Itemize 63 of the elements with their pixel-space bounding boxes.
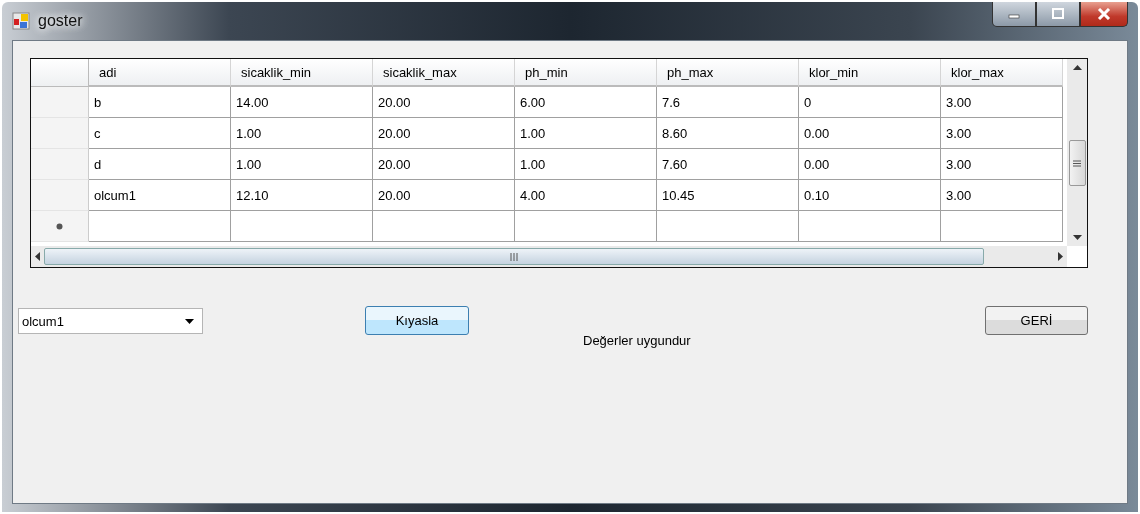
scroll-thumb[interactable] <box>1068 140 1086 186</box>
table-cell[interactable]: b <box>89 87 231 118</box>
right-arrow-icon[interactable] <box>1058 252 1063 261</box>
app-icon <box>12 12 30 30</box>
table-cell[interactable] <box>657 211 799 242</box>
table-cell[interactable]: 1.00 <box>515 149 657 180</box>
down-arrow-icon[interactable] <box>1072 235 1082 240</box>
table-cell[interactable] <box>515 211 657 242</box>
left-arrow-icon[interactable] <box>35 252 40 261</box>
table-cell[interactable]: 7.6 <box>657 87 799 118</box>
table-cell[interactable]: 12.10 <box>231 180 373 211</box>
vertical-scrollbar[interactable] <box>1067 59 1087 246</box>
table-cell[interactable] <box>799 211 941 242</box>
table-cell[interactable]: 0.00 <box>799 149 941 180</box>
table-cell[interactable] <box>373 211 515 242</box>
table-cell[interactable]: 3.00 <box>941 87 1063 118</box>
back-button[interactable]: GERİ <box>985 306 1088 335</box>
column-header[interactable]: sicaklik_min <box>231 59 373 87</box>
compare-button[interactable]: Kıyasla <box>365 306 469 335</box>
column-header[interactable]: sicaklik_max <box>373 59 515 87</box>
table-cell[interactable]: 3.00 <box>941 149 1063 180</box>
up-arrow-icon[interactable] <box>1072 65 1082 70</box>
column-header[interactable]: adi <box>89 59 231 87</box>
table-cell[interactable] <box>231 211 373 242</box>
column-header[interactable]: klor_max <box>941 59 1063 87</box>
measurement-dropdown[interactable]: olcum1 <box>18 308 203 334</box>
dropdown-arrow-icon[interactable] <box>185 318 194 324</box>
table-cell[interactable]: 0.00 <box>799 118 941 149</box>
maximize-icon <box>1051 8 1065 20</box>
table-cell[interactable]: 3.00 <box>941 180 1063 211</box>
scroll-thumb[interactable] <box>44 248 984 265</box>
close-button[interactable] <box>1080 2 1128 27</box>
table-cell[interactable]: 1.00 <box>515 118 657 149</box>
table-cell[interactable]: 14.00 <box>231 87 373 118</box>
column-header[interactable]: ph_max <box>657 59 799 87</box>
column-header[interactable]: ph_min <box>515 59 657 87</box>
table-cell[interactable]: 3.00 <box>941 118 1063 149</box>
table-cell[interactable]: 20.00 <box>373 87 515 118</box>
horizontal-scrollbar[interactable] <box>31 246 1067 267</box>
table-cell[interactable]: 20.00 <box>373 118 515 149</box>
status-label: Değerler uygundur <box>583 333 691 348</box>
table-cell[interactable]: 0.10 <box>799 180 941 211</box>
table-cell[interactable]: 20.00 <box>373 149 515 180</box>
table-cell[interactable]: 0 <box>799 87 941 118</box>
close-icon <box>1097 8 1111 20</box>
table-cell[interactable] <box>941 211 1063 242</box>
minimize-button[interactable] <box>992 2 1036 27</box>
header-corner <box>31 59 89 87</box>
table-cell[interactable]: 1.00 <box>231 149 373 180</box>
table-cell[interactable]: 10.45 <box>657 180 799 211</box>
window-title: goster <box>38 12 83 30</box>
table-cell[interactable]: d <box>89 149 231 180</box>
table-cell[interactable]: 8.60 <box>657 118 799 149</box>
table-cell[interactable]: olcum1 <box>89 180 231 211</box>
table-cell[interactable]: 7.60 <box>657 149 799 180</box>
table-cell[interactable]: 1.00 <box>231 118 373 149</box>
table-cell[interactable]: c <box>89 118 231 149</box>
table-cell[interactable]: 20.00 <box>373 180 515 211</box>
table-cell[interactable] <box>89 211 231 242</box>
table-cell[interactable]: 4.00 <box>515 180 657 211</box>
column-header[interactable]: klor_min <box>799 59 941 87</box>
maximize-button[interactable] <box>1036 2 1080 27</box>
table-cell[interactable]: 6.00 <box>515 87 657 118</box>
